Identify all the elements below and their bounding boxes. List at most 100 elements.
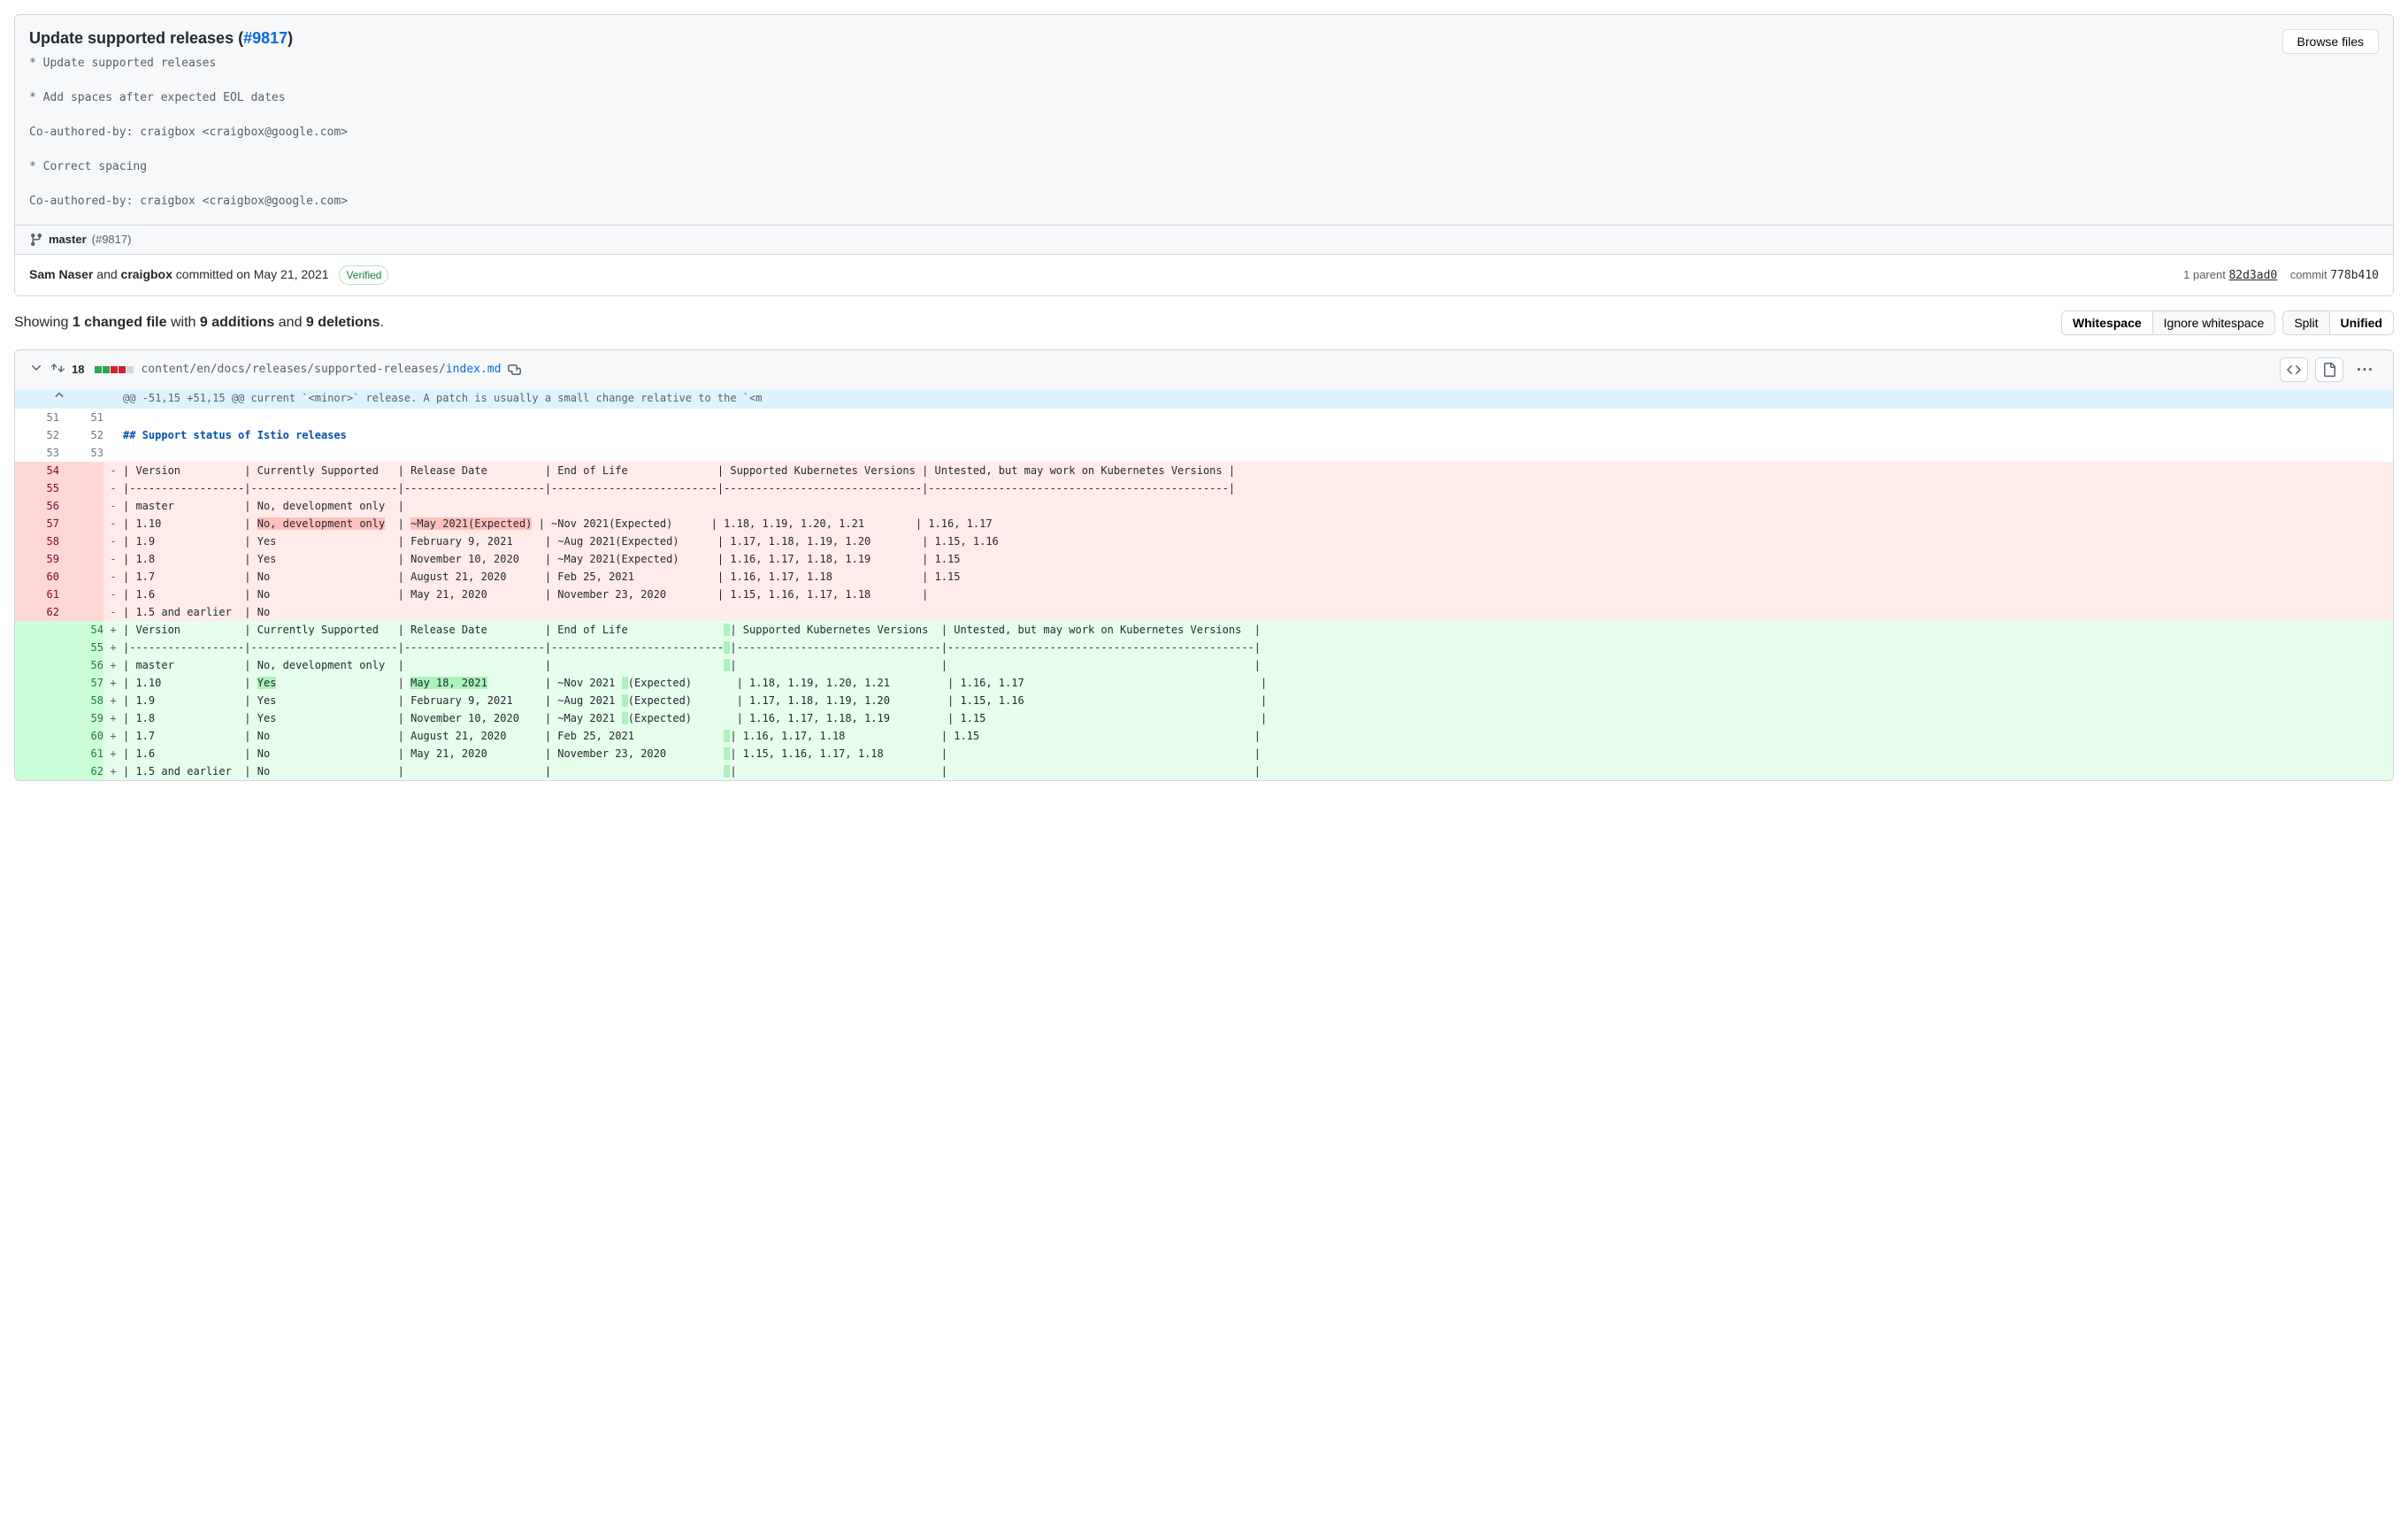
branch-pr-ref[interactable]: (#9817) <box>92 233 132 246</box>
changed-files-count[interactable]: 1 changed file <box>73 315 167 330</box>
diffstat-neutral-square <box>127 366 134 373</box>
diff-line-added: 61+| 1.6 | No | May 21, 2020 | November … <box>15 745 2393 762</box>
diff-line-deleted: 61-| 1.6 | No | May 21, 2020 | November … <box>15 586 2393 603</box>
pr-link[interactable]: #9817 <box>243 29 288 47</box>
file-path[interactable]: content/en/docs/releases/supported-relea… <box>141 363 501 376</box>
parent-label: 1 parent <box>2183 268 2228 281</box>
line-num-new[interactable]: 57 <box>59 674 104 692</box>
line-num-old[interactable]: 57 <box>15 515 59 532</box>
code-cell: | master | No, development only | <box>123 497 2393 515</box>
author-link-2[interactable]: craigbox <box>121 267 173 281</box>
diff-table: @@ -51,15 +51,15 @@ current `<minor>` re… <box>15 389 2393 780</box>
code-cell: | 1.9 | Yes | February 9, 2021 | ~Aug 20… <box>123 692 2393 709</box>
file-menu-button[interactable] <box>2350 357 2379 382</box>
diff-line-added: 62+| 1.5 and earlier | No | | | | | <box>15 762 2393 780</box>
code-cell: | 1.6 | No | May 21, 2020 | November 23,… <box>123 745 2393 762</box>
line-num-old[interactable]: 58 <box>15 532 59 550</box>
summary-and: and <box>274 315 306 330</box>
summary-with: with <box>167 315 200 330</box>
line-num-old[interactable]: 62 <box>15 603 59 621</box>
diff-line-deleted: 57-| 1.10 | No, development only | ~May … <box>15 515 2393 532</box>
line-num-old[interactable]: 53 <box>15 444 59 462</box>
file-diff: 18 content/en/docs/releases/supported-re… <box>14 349 2394 781</box>
git-branch-icon <box>29 233 43 247</box>
line-num-new[interactable]: 58 <box>59 692 104 709</box>
commit-shas: 1 parent 82d3ad0 commit 778b410 <box>2183 268 2379 282</box>
commit-title-text: Update supported releases ( <box>29 29 243 47</box>
line-num-new[interactable]: 54 <box>59 621 104 639</box>
diff-line-added: 54+| Version | Currently Supported | Rel… <box>15 621 2393 639</box>
diff-toolbar: Showing 1 changed file with 9 additions … <box>14 310 2394 335</box>
code-cell: | 1.10 | No, development only | ~May 202… <box>123 515 2393 532</box>
committed-date: committed on May 21, 2021 <box>173 267 329 281</box>
line-num-old[interactable]: 56 <box>15 497 59 515</box>
line-num-old[interactable]: 55 <box>15 479 59 497</box>
commit-header: Browse files Update supported releases (… <box>15 15 2393 225</box>
commit-label: commit <box>2290 268 2331 281</box>
summary-prefix: Showing <box>14 315 73 330</box>
parent-sha-link[interactable]: 82d3ad0 <box>2228 269 2277 282</box>
verified-badge[interactable]: Verified <box>339 265 388 285</box>
diffstat-del-square <box>111 366 118 373</box>
diffstat-count[interactable]: 18 <box>72 363 84 376</box>
code-cell: |------------------|--------------------… <box>123 479 2393 497</box>
summary-period: . <box>380 315 384 330</box>
commit-title-suffix: ) <box>288 29 293 47</box>
split-view-button[interactable]: Split <box>2282 310 2329 335</box>
code-cell: | Version | Currently Supported | Releas… <box>123 621 2393 639</box>
copy-path-button[interactable] <box>508 361 522 378</box>
code-cell: | 1.9 | Yes | February 9, 2021 | ~Aug 20… <box>123 532 2393 550</box>
code-cell: | 1.5 and earlier | No <box>123 603 2393 621</box>
diff-line: 5353 <box>15 444 2393 462</box>
line-num-old[interactable]: 61 <box>15 586 59 603</box>
diff-line-added: 60+| 1.7 | No | August 21, 2020 | Feb 25… <box>15 727 2393 745</box>
view-source-button[interactable] <box>2280 357 2308 382</box>
line-num-new[interactable]: 51 <box>59 409 104 426</box>
author-link-1[interactable]: Sam Naser <box>29 267 93 281</box>
diff-line-deleted: 56-| master | No, development only | <box>15 497 2393 515</box>
browse-files-button[interactable]: Browse files <box>2282 29 2379 54</box>
additions-count: 9 additions <box>200 315 274 330</box>
diffstat-squares <box>95 366 134 373</box>
diff-line: 5151 <box>15 409 2393 426</box>
line-num-old[interactable]: 60 <box>15 568 59 586</box>
branch-row: master (#9817) <box>15 225 2393 254</box>
code-cell: | 1.7 | No | August 21, 2020 | Feb 25, 2… <box>123 727 2393 745</box>
branch-name-link[interactable]: master <box>49 233 87 246</box>
intra-add <box>622 677 628 689</box>
view-file-button[interactable] <box>2315 357 2343 382</box>
line-num-new[interactable]: 62 <box>59 762 104 780</box>
line-num-new[interactable]: 53 <box>59 444 104 462</box>
line-num-new[interactable]: 59 <box>59 709 104 727</box>
diff-line-added: 58+| 1.9 | Yes | February 9, 2021 | ~Aug… <box>15 692 2393 709</box>
diff-line-added: 57+| 1.10 | Yes | May 18, 2021 | ~Nov 20… <box>15 674 2393 692</box>
line-num-new[interactable]: 61 <box>59 745 104 762</box>
diff-line-deleted: 62-| 1.5 and earlier | No <box>15 603 2393 621</box>
whitespace-button[interactable]: Whitespace <box>2061 310 2153 335</box>
ignore-whitespace-button[interactable]: Ignore whitespace <box>2152 310 2276 335</box>
file-path-name[interactable]: index.md <box>446 363 502 376</box>
line-num-old[interactable]: 54 <box>15 462 59 479</box>
unified-view-button[interactable]: Unified <box>2329 310 2394 335</box>
line-num-new[interactable]: 55 <box>59 639 104 656</box>
line-num-new[interactable]: 56 <box>59 656 104 674</box>
diff-line-deleted: 58-| 1.9 | Yes | February 9, 2021 | ~Aug… <box>15 532 2393 550</box>
intra-del: No, development only <box>257 517 386 530</box>
line-num-old[interactable]: 59 <box>15 550 59 568</box>
collapse-file-toggle[interactable] <box>29 361 43 378</box>
commit-body: * Update supported releases * Add spaces… <box>29 55 2379 211</box>
expand-all-icon[interactable] <box>50 361 65 378</box>
intra-del: ~May 2021(Expected) <box>410 517 532 530</box>
line-num-old[interactable]: 52 <box>15 426 59 444</box>
code-cell: | 1.7 | No | August 21, 2020 | Feb 25, 2… <box>123 568 2393 586</box>
code-cell: | 1.8 | Yes | November 10, 2020 | ~May 2… <box>123 709 2393 727</box>
view-mode-toggle: Split Unified <box>2282 310 2394 335</box>
intra-add <box>622 712 628 724</box>
diff-summary: Showing 1 changed file with 9 additions … <box>14 315 384 331</box>
diff-line-deleted: 59-| 1.8 | Yes | November 10, 2020 | ~Ma… <box>15 550 2393 568</box>
line-num-old[interactable]: 51 <box>15 409 59 426</box>
line-num-new[interactable]: 60 <box>59 727 104 745</box>
code-cell: | 1.10 | Yes | May 18, 2021 | ~Nov 2021 … <box>123 674 2393 692</box>
line-num-new[interactable]: 52 <box>59 426 104 444</box>
expand-hunk-button[interactable] <box>15 389 104 409</box>
